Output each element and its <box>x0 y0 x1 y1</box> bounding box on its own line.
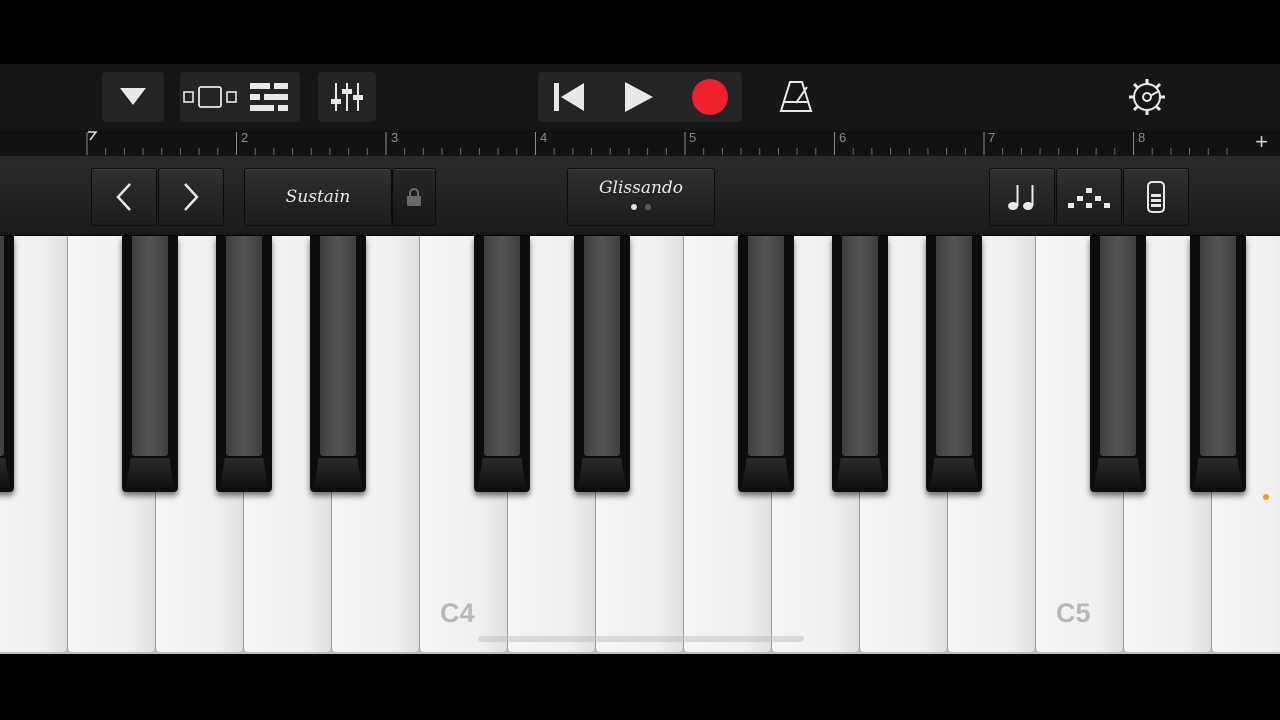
garageband-keyboard-screen: 2 3 4 5 6 7 8 + Sustain Glissando C4 C5 <box>0 0 1280 720</box>
sustain-lock-button[interactable] <box>392 168 436 226</box>
lock-icon <box>407 188 421 206</box>
arpeggiator-button[interactable] <box>1056 168 1122 226</box>
view-toggle-group <box>180 72 300 122</box>
black-key[interactable] <box>122 236 178 492</box>
play-icon[interactable] <box>606 72 672 122</box>
black-key-c-sharp-4[interactable] <box>474 236 530 492</box>
mode-page-dots <box>631 204 651 210</box>
mixer-icon <box>318 72 376 122</box>
settings-icon[interactable] <box>1124 72 1170 122</box>
note-label-c5: C5 <box>1056 598 1091 628</box>
playhead-marker <box>88 131 98 141</box>
black-key[interactable] <box>216 236 272 492</box>
tracks-view-icon[interactable] <box>240 72 300 122</box>
black-key-c-sharp-5[interactable] <box>1090 236 1146 492</box>
metronome-icon[interactable] <box>772 72 820 122</box>
mixer-button[interactable] <box>318 72 376 122</box>
black-key-g-sharp-4[interactable] <box>832 236 888 492</box>
dropdown-triangle-icon <box>102 72 164 122</box>
black-key-d-sharp-5[interactable] <box>1190 236 1246 492</box>
chevron-left-icon <box>116 183 131 211</box>
glissando-button[interactable]: Glissando <box>567 168 715 226</box>
note-label-c4: C4 <box>440 598 475 628</box>
velocity-button[interactable] <box>1123 168 1189 226</box>
octave-up-button[interactable] <box>158 168 224 226</box>
ruler-bar-7: 7 <box>988 130 996 145</box>
mic-indicator-dot <box>1263 494 1269 500</box>
chords-button[interactable] <box>989 168 1055 226</box>
black-key-a-sharp-4[interactable] <box>926 236 982 492</box>
page-dot-active <box>631 204 637 210</box>
ruler-bar-3: 3 <box>391 130 399 145</box>
rewind-icon[interactable] <box>538 72 600 122</box>
ruler-bar-2: 2 <box>241 130 249 145</box>
add-section-button[interactable]: + <box>1255 131 1268 153</box>
black-key[interactable] <box>0 236 14 492</box>
octave-down-button[interactable] <box>91 168 157 226</box>
home-indicator[interactable] <box>478 636 804 642</box>
ruler-bar-5: 5 <box>689 130 697 145</box>
timeline-ruler[interactable]: 2 3 4 5 6 7 8 + <box>0 130 1280 157</box>
sustain-button[interactable]: Sustain <box>244 168 392 226</box>
transport-controls <box>538 72 742 122</box>
black-key-d-sharp-4[interactable] <box>574 236 630 492</box>
ruler-bar-8: 8 <box>1138 130 1146 145</box>
notes-icon <box>1008 185 1034 210</box>
arpeggiator-icon <box>1068 188 1110 208</box>
browser-view-icon[interactable] <box>180 72 240 122</box>
sustain-label: Sustain <box>285 187 351 207</box>
page-dot <box>645 204 651 210</box>
black-key[interactable] <box>310 236 366 492</box>
velocity-icon <box>1147 181 1165 213</box>
ruler-ticks <box>86 131 1228 155</box>
glissando-label: Glissando <box>598 178 684 198</box>
record-icon[interactable] <box>678 72 742 122</box>
chevron-right-icon <box>184 183 199 211</box>
black-key-f-sharp-4[interactable] <box>738 236 794 492</box>
ruler-bar-4: 4 <box>540 130 548 145</box>
instrument-menu-button[interactable] <box>102 72 164 122</box>
ruler-bar-6: 6 <box>839 130 847 145</box>
